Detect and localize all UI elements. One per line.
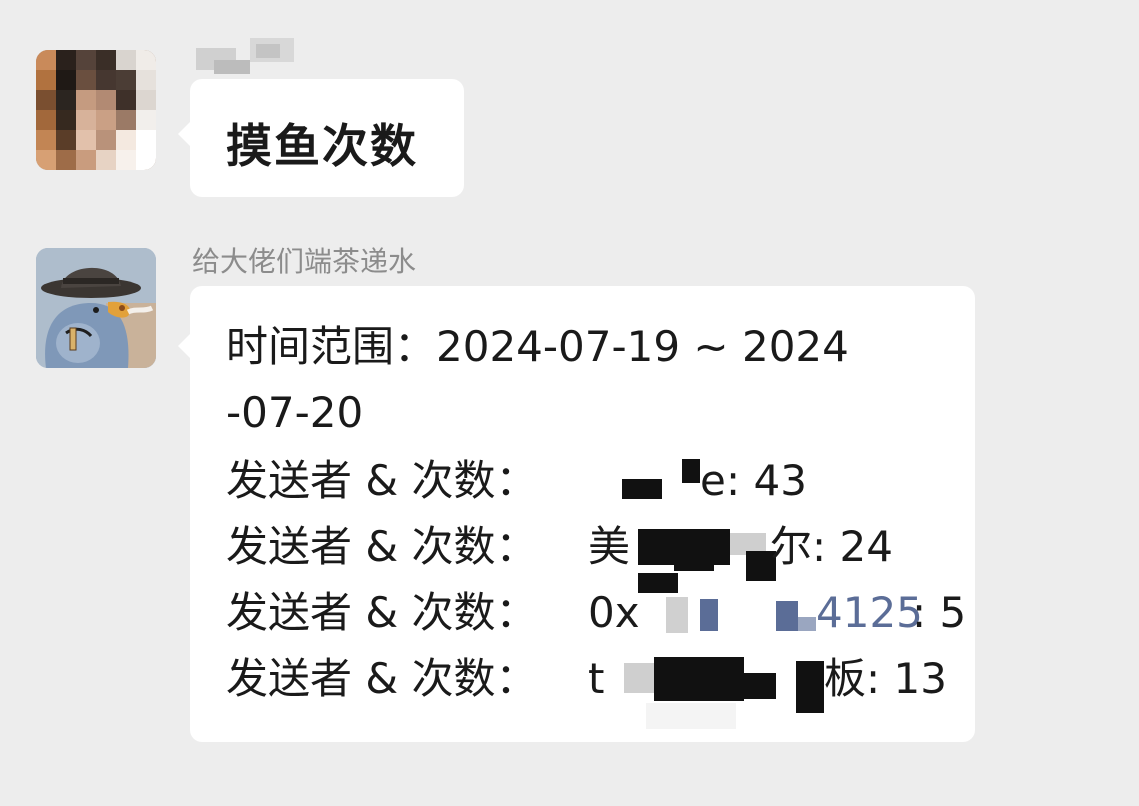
message-bubble[interactable]: 时间范围：2024-07-19 ~ 2024 -07-20 发送者 & 次数： … bbox=[178, 286, 975, 742]
row-label: 发送者 & 次数： bbox=[226, 522, 538, 571]
redaction-block bbox=[674, 543, 714, 571]
message-count: 43 bbox=[753, 456, 807, 505]
row-count-group: : 13 bbox=[866, 653, 947, 705]
redaction-block bbox=[744, 673, 776, 699]
message-text: 摸鱼次数 bbox=[226, 119, 418, 173]
row-count-group: : 5 bbox=[912, 587, 966, 639]
bubble-tail bbox=[178, 122, 190, 146]
stats-row: 发送者 & 次数： e : 43 bbox=[226, 455, 946, 507]
redaction-block bbox=[700, 599, 718, 631]
stats-row: 发送者 & 次数： t 板 : 13 bbox=[226, 653, 947, 729]
stats-row: 发送者 & 次数： 美 尔 : 24 bbox=[226, 521, 946, 581]
row-label: 发送者 & 次数： bbox=[226, 588, 538, 637]
avatar-pixelated-image bbox=[36, 50, 156, 170]
sender-name-redacted bbox=[196, 38, 296, 76]
message-count: 24 bbox=[839, 522, 893, 571]
sender-name: 给大佬们端茶递水 bbox=[192, 245, 417, 278]
redaction-block bbox=[622, 479, 662, 499]
row-label: 发送者 & 次数： bbox=[226, 456, 538, 505]
redaction-block bbox=[624, 663, 654, 693]
sender-name-partial: 美 bbox=[588, 522, 631, 571]
message-bubble[interactable]: 摸鱼次数 bbox=[178, 79, 464, 197]
row-label: 发送者 & 次数： bbox=[226, 654, 538, 703]
row-count-group: : 24 bbox=[812, 521, 893, 573]
redaction-block bbox=[666, 597, 688, 633]
avatar[interactable] bbox=[36, 248, 156, 368]
count-separator: : bbox=[726, 456, 754, 505]
redaction-block bbox=[654, 657, 744, 701]
redaction-block bbox=[646, 703, 736, 729]
message-count: 13 bbox=[893, 654, 947, 703]
redaction-block bbox=[776, 601, 798, 631]
avatar[interactable] bbox=[36, 50, 156, 170]
bubble-tail bbox=[178, 334, 190, 358]
time-range-line: 时间范围：2024-07-19 ~ 2024 bbox=[226, 322, 849, 371]
sender-name-partial: 0x bbox=[588, 588, 640, 637]
stats-row: 发送者 & 次数： 0x 4125 : 5 bbox=[226, 573, 966, 639]
sender-name-partial: 4125 bbox=[816, 588, 923, 637]
count-separator: : bbox=[866, 654, 894, 703]
sender-name-partial: 板 bbox=[824, 654, 867, 703]
redaction-block bbox=[638, 573, 678, 593]
redaction-block bbox=[682, 459, 700, 483]
sender-name-partial: 尔 bbox=[770, 522, 813, 571]
sender-name-partial: e bbox=[700, 456, 726, 505]
redaction-block bbox=[796, 661, 824, 713]
time-range-line-continued: -07-20 bbox=[226, 388, 364, 437]
bird-with-hat-icon bbox=[36, 248, 156, 368]
row-count-group: : 43 bbox=[726, 455, 807, 507]
message-count: 5 bbox=[939, 588, 967, 637]
count-separator: : bbox=[812, 522, 840, 571]
redaction-block bbox=[798, 617, 816, 631]
count-separator: : bbox=[912, 588, 940, 637]
sender-name-partial: t bbox=[588, 654, 605, 703]
